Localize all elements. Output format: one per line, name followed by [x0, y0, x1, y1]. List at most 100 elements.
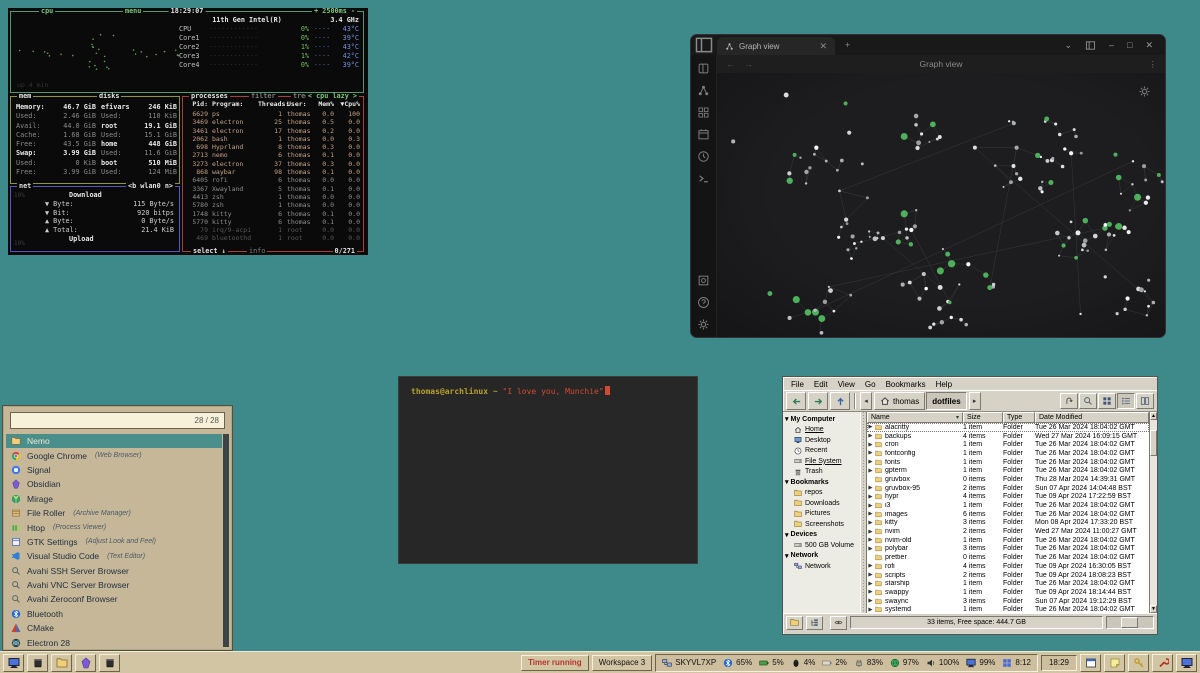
row-expander-icon[interactable]: ▶: [867, 511, 874, 517]
graph-node[interactable]: [916, 140, 921, 145]
sidebar-item-trash[interactable]: Trash: [785, 467, 860, 478]
sidebar-item-pictures[interactable]: Pictures: [785, 509, 860, 520]
taskbar-window-button-1[interactable]: [27, 654, 48, 672]
graph-node[interactable]: [805, 309, 812, 316]
graph-node[interactable]: [869, 236, 871, 238]
tray-network[interactable]: SKYVL7XP: [662, 658, 716, 668]
tab-cpu-lazy[interactable]: < cpu lazy >: [306, 93, 359, 100]
graph-node[interactable]: [818, 315, 825, 322]
taskbar-quick-button-2[interactable]: [1128, 654, 1149, 672]
process-row[interactable]: 6405rofi6thomas0.0····0.0: [186, 176, 360, 184]
taskbar-window-button-0[interactable]: [3, 654, 24, 672]
hscrollbar-thumb[interactable]: [1121, 617, 1138, 628]
file-row[interactable]: ▶alacritty1 itemFolderTue 26 Mar 2024 18…: [867, 423, 1149, 432]
tab-filter[interactable]: filter: [249, 93, 278, 100]
graph-node[interactable]: [1046, 159, 1050, 163]
terminal-icon[interactable]: [697, 172, 710, 185]
graph-node[interactable]: [1120, 193, 1122, 195]
sidebar-item-desktop[interactable]: Desktop: [785, 435, 860, 446]
graph-node[interactable]: [1147, 305, 1150, 308]
sidebar-item-network[interactable]: Network: [785, 561, 860, 572]
launcher-item-avahi-vnc-server-browser[interactable]: Avahi VNC Server Browser: [6, 578, 222, 592]
graph-node[interactable]: [813, 309, 816, 312]
graph-node[interactable]: [1093, 234, 1098, 239]
graph-node[interactable]: [1012, 164, 1016, 168]
graph-node[interactable]: [851, 234, 855, 238]
row-expander-icon[interactable]: ▶: [867, 563, 874, 569]
graph-node[interactable]: [987, 285, 992, 290]
graph-node[interactable]: [1044, 116, 1049, 121]
graph-node[interactable]: [915, 146, 919, 150]
graph-node[interactable]: [905, 236, 908, 239]
menu-bookmarks[interactable]: Bookmarks: [882, 380, 930, 389]
menu-help[interactable]: Help: [932, 380, 956, 389]
file-row[interactable]: ▶starship1 itemFolderTue 26 Mar 2024 18:…: [867, 579, 1149, 588]
graph-node[interactable]: [1116, 312, 1119, 315]
graph-node[interactable]: [1105, 248, 1108, 251]
graph-node[interactable]: [896, 239, 901, 244]
graph-node[interactable]: [813, 153, 816, 156]
graph-node[interactable]: [1055, 231, 1060, 236]
graph-node[interactable]: [808, 166, 811, 169]
settings-gear-icon[interactable]: [697, 318, 710, 331]
graph-node[interactable]: [805, 182, 807, 184]
graph-node[interactable]: [828, 286, 830, 288]
graph-node[interactable]: [1146, 314, 1148, 316]
graph-node[interactable]: [1131, 183, 1133, 185]
close-icon[interactable]: ✕: [1145, 40, 1153, 51]
launcher-item-avahi-ssh-server-browser[interactable]: Avahi SSH Server Browser: [6, 564, 222, 578]
quick-switcher-icon[interactable]: [697, 62, 710, 75]
graph-node[interactable]: [1104, 275, 1107, 278]
file-row[interactable]: ▶kitty3 itemsFolderMon 08 Apr 2024 17:33…: [867, 519, 1149, 528]
graph-node[interactable]: [1069, 151, 1073, 155]
graph-node[interactable]: [1070, 221, 1073, 224]
file-row[interactable]: ▶images6 itemsFolderTue 26 Mar 2024 18:0…: [867, 510, 1149, 519]
graph-node[interactable]: [992, 283, 995, 286]
scroll-up-icon[interactable]: ▲: [1150, 412, 1157, 420]
launcher-item-gtk-settings[interactable]: GTK Settings(Adjust Look and Feel): [6, 535, 222, 549]
graph-node[interactable]: [909, 228, 913, 232]
sidebar-item-recent[interactable]: Recent: [785, 446, 860, 457]
graph-node[interactable]: [908, 281, 912, 285]
graph-node[interactable]: [1061, 165, 1065, 169]
graph-node[interactable]: [928, 326, 932, 330]
graph-node[interactable]: [948, 301, 952, 305]
sidebar-item-home[interactable]: Home: [785, 425, 860, 436]
graph-node[interactable]: [1083, 238, 1088, 243]
graph-node[interactable]: [922, 272, 926, 276]
graph-node[interactable]: [1083, 218, 1089, 224]
search-button[interactable]: [1079, 393, 1097, 409]
graph-node[interactable]: [1107, 222, 1112, 227]
minimize-icon[interactable]: –: [1109, 40, 1114, 50]
sidebar-item-screenshots[interactable]: Screenshots: [785, 519, 860, 530]
back-button[interactable]: [786, 392, 806, 410]
icon-view-button[interactable]: [1098, 393, 1116, 409]
layout-icon[interactable]: [1085, 40, 1096, 51]
horizontal-scrollbar[interactable]: [1106, 616, 1154, 629]
file-row[interactable]: ▶scripts2 itemsFolderTue 09 Apr 2024 18:…: [867, 571, 1149, 580]
sidebar-item-downloads[interactable]: Downloads: [785, 498, 860, 509]
graph-node[interactable]: [1074, 135, 1077, 138]
row-expander-icon[interactable]: ▶: [867, 468, 874, 474]
process-row[interactable]: 3367Xwayland5thomas0.1····0.0: [186, 185, 360, 193]
graph-node[interactable]: [901, 283, 905, 287]
graph-node[interactable]: [1113, 153, 1117, 157]
graph-node[interactable]: [787, 171, 791, 175]
graph-node[interactable]: [1009, 180, 1013, 184]
taskbar-window-button-2[interactable]: [51, 654, 72, 672]
graph-node[interactable]: [850, 257, 853, 260]
taskbar-quick-button-3[interactable]: [1152, 654, 1173, 672]
graph-node[interactable]: [936, 138, 939, 141]
graph-node[interactable]: [784, 93, 789, 98]
graph-node[interactable]: [868, 230, 870, 232]
graph-node[interactable]: [1127, 230, 1131, 234]
sidebar-header[interactable]: ▾Bookmarks: [785, 477, 860, 488]
tab-cpu[interactable]: cpu: [39, 8, 55, 15]
process-row[interactable]: 698Hyprland8thomas0.3····0.0: [186, 143, 360, 151]
graph-node[interactable]: [846, 248, 849, 251]
graph-node[interactable]: [873, 236, 878, 241]
graph-node[interactable]: [1048, 180, 1053, 185]
graph-node[interactable]: [958, 283, 960, 285]
launcher-item-google-chrome[interactable]: Google Chrome(Web Browser): [6, 448, 222, 462]
column-header-type[interactable]: Type: [1003, 412, 1035, 423]
